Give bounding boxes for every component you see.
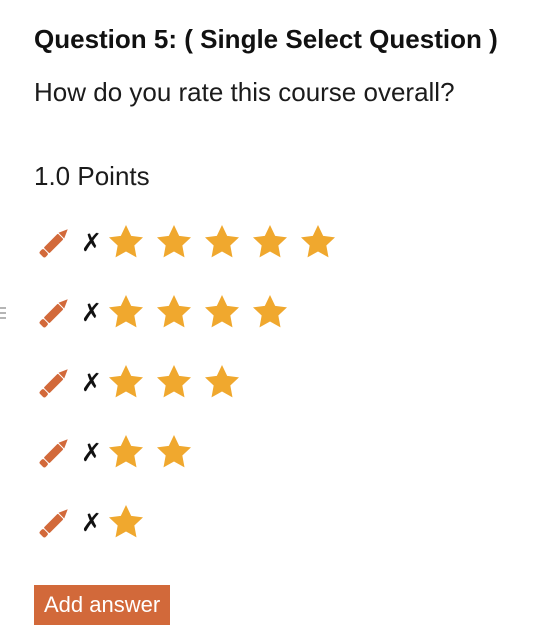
answer-list: ✗ ✗ ✗ ✗ ✗ (34, 207, 534, 557)
star-icon (106, 222, 146, 262)
star-icon (202, 292, 242, 332)
star-rating (106, 502, 154, 542)
star-icon (202, 222, 242, 262)
cross-icon[interactable]: ✗ (81, 230, 102, 255)
star-rating (106, 222, 346, 262)
pencil-icon[interactable] (34, 361, 76, 403)
question-points: 1.0 Points (34, 161, 150, 191)
pencil-icon[interactable] (34, 221, 76, 263)
add-answer-button[interactable]: Add answer (34, 585, 171, 625)
star-icon (106, 292, 146, 332)
question-card: Question 5: ( Single Select Question ) H… (34, 0, 534, 552)
star-icon (202, 362, 242, 402)
star-icon (154, 222, 194, 262)
star-icon (250, 292, 290, 332)
answer-row: ✗ (34, 347, 534, 417)
star-rating (106, 362, 250, 402)
star-icon (106, 432, 146, 472)
question-text: How do you rate this course overall? (34, 77, 455, 107)
star-rating (106, 432, 202, 472)
cross-icon[interactable]: ✗ (81, 300, 102, 325)
answer-row: ✗ (34, 487, 534, 557)
pencil-icon[interactable] (34, 431, 76, 473)
cross-icon[interactable]: ✗ (81, 440, 102, 465)
star-icon (154, 362, 194, 402)
drag-handle-line (0, 317, 6, 319)
pencil-icon[interactable] (34, 291, 76, 333)
star-icon (154, 432, 194, 472)
star-icon (106, 502, 146, 542)
pencil-icon[interactable] (34, 501, 76, 543)
drag-handle[interactable] (0, 307, 6, 319)
question-title: Question 5: ( Single Select Question ) (34, 24, 498, 54)
answer-row: ✗ (34, 277, 534, 347)
answer-row: ✗ (34, 417, 534, 487)
star-icon (106, 362, 146, 402)
cross-icon[interactable]: ✗ (81, 370, 102, 395)
star-rating (106, 292, 298, 332)
cross-icon[interactable]: ✗ (81, 510, 102, 535)
star-icon (250, 222, 290, 262)
star-icon (154, 292, 194, 332)
drag-handle-line (0, 307, 6, 309)
star-icon (298, 222, 338, 262)
drag-handle-line (0, 312, 6, 314)
answer-row: ✗ (34, 207, 534, 277)
